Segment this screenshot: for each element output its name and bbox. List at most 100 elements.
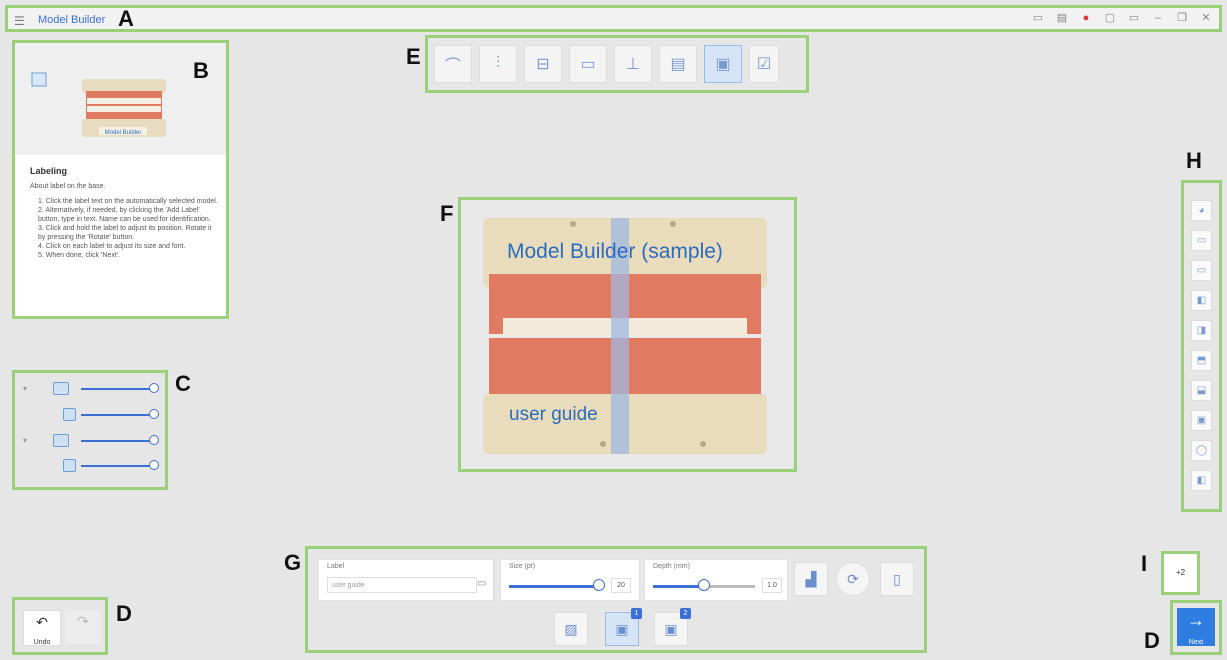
reset-view-icon[interactable]: ◯ [1191,440,1212,461]
upper-base-track[interactable] [81,414,151,416]
label-text-title: Label [327,563,345,570]
redo-icon: ↷ [77,613,89,629]
depth-title: Depth (mm) [653,563,690,570]
depth-value[interactable]: 1.0 [762,578,782,593]
view-left-icon[interactable]: ◧ [1191,290,1212,311]
undo-redo-group: ↶ Undo ↷ [12,597,108,655]
lower-label-icon[interactable]: ▣ 2 [654,608,691,646]
model-label-header[interactable]: Model Builder (sample) [507,240,723,264]
lower-opacity-handle[interactable] [149,435,159,445]
zoom-indicator[interactable]: +2 [1161,551,1200,595]
guide-step: 3. Click and hold the label to adjust it… [38,225,212,241]
undo-icon: ↶ [36,614,48,630]
upper-base-icon [63,408,76,421]
upper-base-handle[interactable] [149,409,159,419]
undo-button[interactable]: ↶ Undo [23,610,61,646]
next-label: Next [1188,639,1204,646]
rotate-label-icon[interactable]: ⟳ [836,562,870,596]
minimize-icon[interactable]: – [1151,11,1165,25]
guide-steps: 1. Click the label text on the automatic… [30,197,218,260]
screen-icon[interactable]: ▭ [1031,11,1045,25]
upper-opacity-handle[interactable] [149,383,159,393]
next-button[interactable]: → Next [1177,608,1215,646]
window-controls: ▭ ▤ ● ▢ ▭ – ❐ ✕ [1031,11,1213,25]
size-group: Size (pt) 20 [500,559,640,601]
zoom-value: +2 [1175,568,1186,577]
undo-label: Undo [33,639,51,646]
app-title: Model Builder [38,14,106,26]
depth-slider-fill[interactable] [653,585,703,588]
frame-icon[interactable]: ▤ [659,45,697,83]
guide-step: 5. When done, click 'Next'. [38,252,121,259]
model-viewport[interactable]: Model Builder (sample) user guide [458,197,797,472]
base-icon[interactable]: ⊥ [614,45,652,83]
align-icon[interactable]: ⊟ [524,45,562,83]
folder-icon[interactable]: ▭ [477,578,486,589]
redo-button[interactable]: ↷ [65,610,101,644]
view-right-icon[interactable]: ◨ [1191,320,1212,341]
delete-label-icon[interactable]: ▯ [880,562,914,596]
lower-model-icon [53,434,69,447]
label-tool-icon[interactable]: ▣ [704,45,742,83]
arch-icon[interactable]: ⌒ [434,45,472,83]
guide-step: 1. Click the label text on the automatic… [38,198,218,205]
callout-d-right: D [1144,628,1160,653]
depth-group: Depth (mm) 1.0 [644,559,788,601]
view-top-icon[interactable]: ⬒ [1191,350,1212,371]
model-label-footer[interactable]: user guide [509,404,598,426]
callout-e: E [406,44,421,69]
callout-i: I [1141,551,1148,576]
slider-row-lower: ▾ [23,434,163,448]
slider-row-upper: ▾ [23,382,163,396]
lower-base-handle[interactable] [149,460,159,470]
menu-icon[interactable]: ☰ [14,14,25,28]
size-value[interactable]: 20 [611,578,631,593]
color-wheel-icon[interactable]: ◕ [1191,200,1212,221]
guide-text: Labeling About label on the base. 1. Cli… [30,167,218,260]
size-title: Size (pt) [509,563,536,570]
expand-icon[interactable]: ▾ [23,384,27,393]
title-bar: ☰ Model Builder ▭ ▤ ● ▢ ▭ – ❐ ✕ [5,5,1222,32]
dental-model[interactable]: Model Builder (sample) user guide [483,218,767,454]
next-arrow-icon: → [1187,610,1205,630]
adjust-icon[interactable]: ⫶ [479,45,517,83]
guide-intro: About label on the base. [30,183,106,190]
upper-opacity-track[interactable] [81,388,151,390]
lower-label-badge: 2 [680,608,691,619]
clipboard-icon[interactable]: ▤ [1055,11,1069,25]
finish-check-icon[interactable]: ☑ [749,45,779,83]
workflow-toolbar: ⌒ ⫶ ⊟ ▭ ⊥ ▤ ▣ ☑ [425,35,809,93]
lower-opacity-track[interactable] [81,440,151,442]
view-bottom-icon[interactable]: ⬓ [1191,380,1212,401]
guide-image-caption: Model Builder [105,130,142,136]
callout-f: F [440,201,454,226]
view-occlusal-icon[interactable]: ▣ [1191,410,1212,431]
record-icon[interactable]: ● [1079,11,1093,25]
guide-step: 4. Click on each label to adjust its siz… [38,243,186,250]
trim-icon[interactable]: ▭ [569,45,607,83]
split-view-icon[interactable]: ◧ [1191,470,1212,491]
slider-row-upper-base [23,408,163,422]
callout-g: G [284,550,302,575]
upper-label-badge: 1 [631,608,642,619]
guide-step: 2. Alternatively, if needed, by clicking… [38,207,211,223]
next-group: → Next [1170,600,1222,655]
lower-base-track[interactable] [81,465,151,467]
chat-icon[interactable]: ▭ [1127,11,1141,25]
size-slider-fill[interactable] [509,585,597,588]
depth-slider-handle[interactable] [698,579,710,591]
callout-a: A [118,6,134,31]
close-icon[interactable]: ✕ [1199,11,1213,25]
expand-icon[interactable]: ▾ [23,436,27,445]
maximize-icon[interactable]: ❐ [1175,11,1189,25]
add-label-icon[interactable]: ▨ [554,612,588,646]
view-back-icon[interactable]: ▭ [1191,260,1212,281]
emboss-icon[interactable]: ▟ [794,562,828,596]
upper-label-icon[interactable]: ▣ 1 [605,608,642,646]
capture-icon[interactable]: ▢ [1103,11,1117,25]
view-front-icon[interactable]: ▭ [1191,230,1212,251]
depth-slider-track[interactable] [703,585,755,588]
label-text-input[interactable] [327,577,477,593]
callout-d-left: D [116,601,132,626]
size-slider-handle[interactable] [593,579,605,591]
